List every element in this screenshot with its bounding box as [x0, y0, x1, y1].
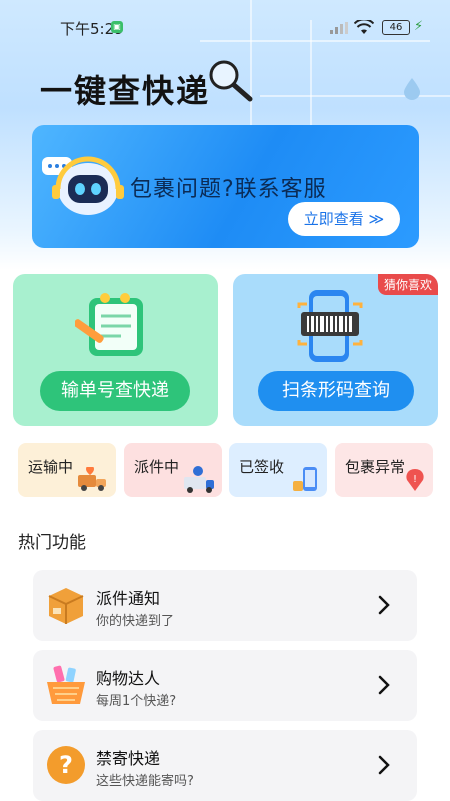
scan-barcode-button[interactable]: 扫条形码查询 [258, 371, 414, 411]
enter-tracking-button[interactable]: 输单号查快递 [40, 371, 190, 411]
clipboard-pencil-icon [75, 293, 143, 356]
feature-shopping-expert[interactable]: 购物达人 每周1个快递? [33, 650, 417, 721]
recommend-tag: 猜你喜欢 [377, 274, 438, 295]
app-notification-icon: ▣ [111, 21, 123, 33]
chevron-right-icon [378, 595, 390, 615]
feature-desc: 你的快递到了 [96, 614, 175, 629]
signed-phone-icon [293, 467, 317, 491]
signal-icon [330, 22, 348, 34]
phone-barcode-icon [297, 290, 363, 362]
charging-icon: ⚡ [414, 19, 424, 34]
scan-barcode-card[interactable]: 猜你喜欢 扫条形码查询 [233, 274, 438, 426]
banner-title: 包裹问题?联系客服 [130, 177, 327, 202]
status-label: 派件中 [134, 458, 180, 476]
status-exception[interactable]: 包裹异常 ! [335, 443, 433, 497]
section-title: 热门功能 [18, 533, 86, 553]
feature-desc: 每周1个快递? [96, 694, 177, 709]
service-robot-icon [42, 156, 124, 215]
feature-name: 购物达人 [96, 669, 161, 688]
delivery-courier-icon [184, 466, 214, 493]
question-icon: ? [47, 746, 85, 784]
feature-name: 禁寄快递 [96, 749, 161, 768]
transit-truck-icon [78, 467, 106, 491]
view-now-button[interactable]: 立即查看 ≫ [288, 202, 400, 236]
page-title: 一键查快递 [40, 72, 211, 110]
feature-name: 派件通知 [96, 589, 161, 608]
feature-prohibited-items[interactable]: ? 禁寄快递 这些快递能寄吗? [33, 730, 417, 801]
chevron-right-icon [378, 755, 390, 775]
shopping-basket-icon [47, 665, 85, 704]
package-icon [48, 588, 84, 624]
feature-delivery-notice[interactable]: 派件通知 你的快递到了 [33, 570, 417, 641]
status-label: 包裹异常 [345, 458, 406, 476]
svg-text:!: ! [413, 474, 417, 485]
magnifier-icon [209, 60, 253, 102]
chevron-right-icon [378, 675, 390, 695]
battery-icon: 46 [382, 20, 410, 35]
feature-desc: 这些快递能寄吗? [96, 774, 194, 789]
warning-location-icon: ! [406, 469, 424, 491]
svg-text:?: ? [59, 751, 73, 779]
wifi-icon [354, 20, 374, 34]
status-label: 运输中 [28, 458, 74, 476]
location-drop-icon [404, 78, 420, 100]
status-bar: 下午5:29 ▣ 46 ⚡ [0, 12, 450, 40]
status-delivering[interactable]: 派件中 [124, 443, 222, 497]
status-in-transit[interactable]: 运输中 [18, 443, 116, 497]
status-signed[interactable]: 已签收 [229, 443, 327, 497]
status-label: 已签收 [239, 458, 285, 476]
customer-service-banner[interactable]: 包裹问题?联系客服 立即查看 ≫ [32, 125, 419, 248]
tracking-number-card[interactable]: 输单号查快递 [13, 274, 218, 426]
